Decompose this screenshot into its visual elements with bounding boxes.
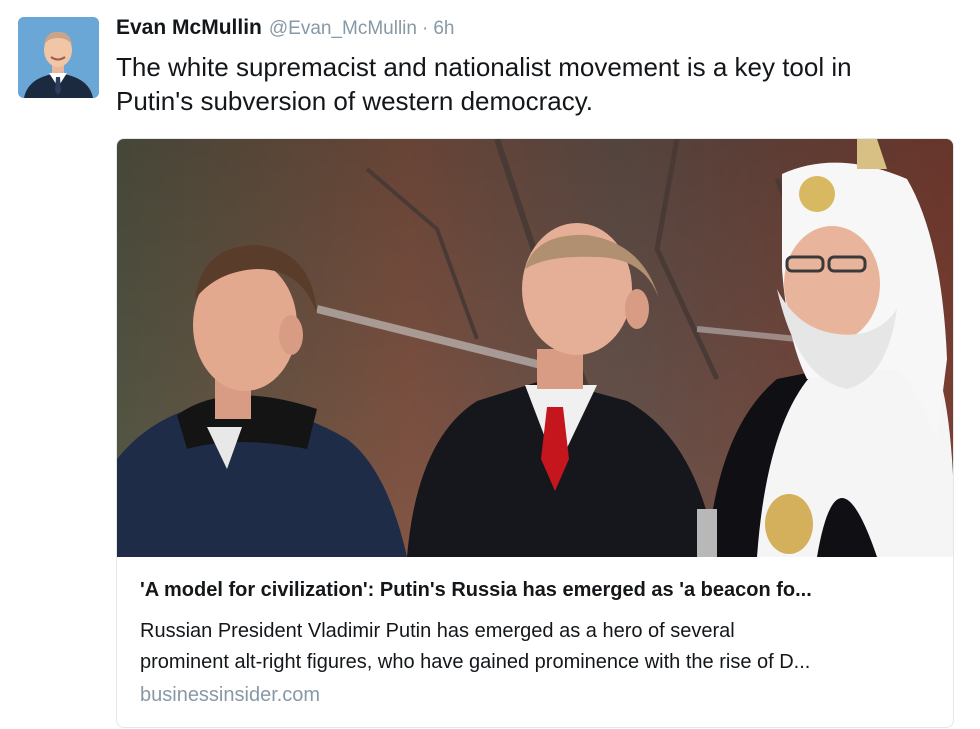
author-avatar[interactable] bbox=[18, 17, 99, 98]
card-domain[interactable]: businessinsider.com bbox=[140, 684, 320, 707]
tweet-text-line-2: Putin's subversion of western democracy. bbox=[116, 86, 594, 116]
author-name[interactable]: Evan McMullin bbox=[116, 16, 262, 40]
tweet[interactable]: Evan McMullin @Evan_McMullin · 6h The wh… bbox=[0, 0, 980, 729]
link-card[interactable]: 'A model for civilization': Putin's Russ… bbox=[116, 138, 954, 728]
profile-photo-icon bbox=[18, 17, 99, 98]
tweet-header: Evan McMullin @Evan_McMullin · 6h bbox=[116, 16, 454, 46]
author-handle[interactable]: @Evan_McMullin bbox=[269, 18, 417, 40]
card-description-line-2: prominent alt-right figures, who have ga… bbox=[140, 651, 811, 673]
header-separator: · bbox=[421, 18, 429, 39]
tweet-timestamp[interactable]: 6h bbox=[433, 18, 454, 40]
card-image[interactable] bbox=[117, 139, 953, 557]
tweet-text-line-1: The white supremacist and nationalist mo… bbox=[116, 52, 852, 82]
card-title[interactable]: 'A model for civilization': Putin's Russ… bbox=[140, 579, 940, 602]
card-description: Russian President Vladimir Putin has eme… bbox=[140, 616, 940, 678]
news-photo-icon bbox=[117, 139, 953, 557]
tweet-text: The white supremacist and nationalist mo… bbox=[116, 50, 956, 118]
card-description-line-1: Russian President Vladimir Putin has eme… bbox=[140, 620, 735, 642]
